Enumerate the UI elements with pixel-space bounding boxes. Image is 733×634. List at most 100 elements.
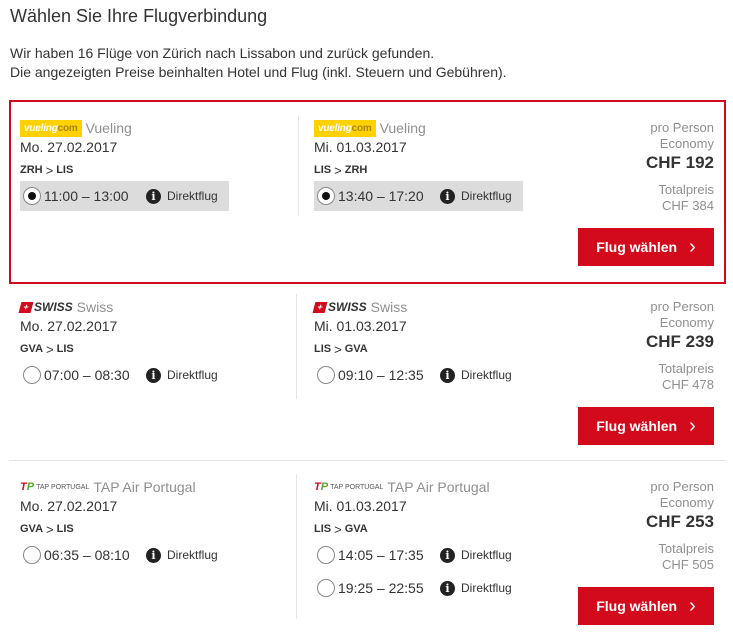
- flight-time: 14:05 – 17:35: [338, 547, 424, 563]
- airline-name: Vueling: [85, 120, 132, 136]
- flight-time: 07:00 – 08:30: [44, 367, 130, 383]
- flight-option[interactable]: 13:40 – 17:20 i Direktflug: [314, 181, 523, 211]
- chevron-right-icon: >: [46, 341, 54, 357]
- divider: [296, 294, 297, 399]
- intro-text: Wir haben 16 Flüge von Zürich nach Lissa…: [10, 44, 507, 82]
- flight-time: 09:10 – 12:35: [338, 367, 424, 383]
- info-icon[interactable]: i: [146, 367, 161, 383]
- direct-flight-label: Direktflug: [167, 548, 218, 562]
- direct-flight-label: Direktflug: [461, 189, 512, 203]
- inbound-leg: + SWISS Swiss Mi. 01.03.2017 LIS > GVA 09…: [312, 297, 596, 390]
- radio-button[interactable]: [317, 366, 335, 384]
- outbound-leg: + SWISS Swiss Mo. 27.02.2017 GVA > LIS 07…: [18, 297, 302, 390]
- direct-flight-label: Direktflug: [461, 368, 512, 382]
- price-box: pro Person Economy CHF 253 Totalpreis CH…: [646, 479, 714, 573]
- direct-flight-label: Direktflug: [167, 368, 218, 382]
- flight-option[interactable]: 11:00 – 13:00 i Direktflug: [20, 181, 229, 211]
- flight-option[interactable]: 19:25 – 22:55 i Direktflug: [314, 573, 523, 603]
- flight-date: Mo. 27.02.2017: [20, 318, 118, 334]
- radio-button[interactable]: [23, 546, 41, 564]
- tap-logo: TP TAP PORTUGAL: [314, 481, 384, 493]
- chevron-right-icon: >: [45, 162, 54, 178]
- direct-flight-label: Direktflug: [461, 581, 512, 595]
- route: GVA > LIS: [20, 520, 302, 538]
- flight-time: 11:00 – 13:00: [44, 188, 129, 204]
- flight-option[interactable]: 14:05 – 17:35 i Direktflug: [314, 540, 523, 570]
- class-label: Economy: [659, 495, 714, 510]
- route-from: LIS: [314, 164, 332, 176]
- inbound-leg: TP TAP PORTUGAL TAP Air Portugal Mi. 01.0…: [314, 477, 596, 603]
- airline-row: TP TAP PORTUGAL TAP Air Portugal: [314, 477, 596, 497]
- direct-flight-label: Direktflug: [461, 548, 512, 562]
- route-to: LIS: [56, 164, 74, 176]
- airline-row: + SWISS Swiss: [18, 297, 302, 317]
- select-flight-button[interactable]: Flug wählen ›: [578, 228, 714, 266]
- radio-button[interactable]: [317, 579, 335, 597]
- flight-card-vueling[interactable]: vueling com Vueling Mo. 27.02.2017 ZRH > …: [9, 100, 726, 284]
- flight-time: 13:40 – 17:20: [338, 188, 424, 204]
- inbound-leg: vueling com Vueling Mi. 01.03.2017 LIS > …: [314, 118, 596, 211]
- page-title: Wählen Sie Ihre Flugverbindung: [10, 6, 268, 26]
- flight-option[interactable]: 07:00 – 08:30 i Direktflug: [20, 360, 229, 390]
- radio-button[interactable]: [23, 187, 41, 205]
- price-box: pro Person Economy CHF 192 Totalpreis CH…: [646, 120, 714, 214]
- button-label: Flug wählen: [596, 598, 678, 614]
- info-icon[interactable]: i: [146, 547, 161, 563]
- swiss-logo: + SWISS: [312, 300, 367, 314]
- route-from: GVA: [20, 343, 44, 355]
- button-label: Flug wählen: [596, 239, 678, 255]
- per-person-label: pro Person: [650, 479, 714, 494]
- class-label: Economy: [659, 136, 714, 151]
- flight-card-swiss[interactable]: + SWISS Swiss Mo. 27.02.2017 GVA > LIS 07…: [9, 286, 726, 461]
- flight-time: 19:25 – 22:55: [338, 580, 424, 596]
- select-flight-button[interactable]: Flug wählen ›: [578, 407, 714, 445]
- route-from: LIS: [314, 343, 332, 355]
- flight-date: Mi. 01.03.2017: [314, 318, 407, 334]
- outbound-leg: vueling com Vueling Mo. 27.02.2017 ZRH > …: [20, 118, 302, 211]
- info-icon[interactable]: i: [440, 367, 455, 383]
- route-from: GVA: [20, 523, 44, 535]
- airline-row: vueling com Vueling: [314, 118, 596, 138]
- route-to: ZRH: [344, 164, 368, 176]
- chevron-right-icon: ›: [689, 236, 696, 258]
- airline-name: Vueling: [379, 120, 426, 136]
- flight-date: Mi. 01.03.2017: [314, 498, 407, 514]
- vueling-logo: vueling com: [314, 119, 376, 137]
- total-price-value: CHF 478: [661, 377, 714, 392]
- route: LIS > ZRH: [314, 161, 596, 179]
- radio-button[interactable]: [317, 187, 335, 205]
- radio-button[interactable]: [317, 546, 335, 564]
- route-to: GVA: [344, 523, 368, 535]
- select-flight-button[interactable]: Flug wählen ›: [578, 587, 714, 625]
- total-price-value: CHF 505: [661, 557, 714, 572]
- info-icon[interactable]: i: [440, 580, 455, 596]
- flight-option[interactable]: 06:35 – 08:10 i Direktflug: [20, 540, 229, 570]
- airline-name: Swiss: [76, 299, 114, 315]
- total-price-label: Totalpreis: [658, 541, 714, 556]
- divider: [296, 474, 297, 619]
- price-per-person: CHF 192: [645, 153, 714, 172]
- airline-row: TP TAP PORTUGAL TAP Air Portugal: [20, 477, 302, 497]
- flight-date: Mo. 27.02.2017: [20, 139, 118, 155]
- info-icon[interactable]: i: [440, 547, 455, 563]
- route-to: GVA: [344, 343, 368, 355]
- route: LIS > GVA: [314, 520, 596, 538]
- intro-line-1: Wir haben 16 Flüge von Zürich nach Lissa…: [10, 45, 435, 61]
- route-to: LIS: [56, 343, 74, 355]
- chevron-right-icon: ›: [689, 415, 696, 437]
- swiss-logo: + SWISS: [18, 300, 73, 314]
- chevron-right-icon: >: [334, 341, 342, 357]
- flight-date: Mo. 27.02.2017: [20, 498, 118, 514]
- chevron-right-icon: >: [46, 521, 54, 537]
- route: LIS > GVA: [314, 340, 596, 358]
- info-icon[interactable]: i: [146, 188, 161, 204]
- info-icon[interactable]: i: [440, 188, 455, 204]
- divider: [298, 116, 299, 216]
- airline-row: + SWISS Swiss: [312, 297, 596, 317]
- flight-option[interactable]: 09:10 – 12:35 i Direktflug: [314, 360, 523, 390]
- class-label: Economy: [659, 315, 714, 330]
- flight-card-tap[interactable]: TP TAP PORTUGAL TAP Air Portugal Mo. 27.0…: [9, 466, 726, 634]
- route: GVA > LIS: [20, 340, 302, 358]
- per-person-label: pro Person: [650, 299, 714, 314]
- radio-button[interactable]: [23, 366, 41, 384]
